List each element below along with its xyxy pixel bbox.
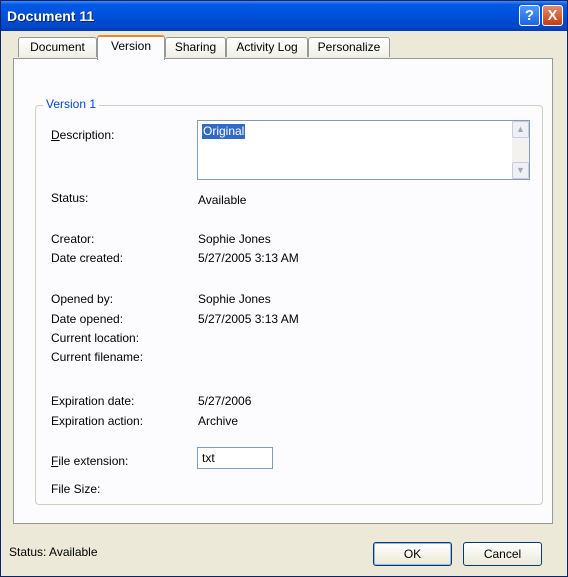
current-filename-label: Current filename: <box>51 350 144 364</box>
file-size-label: File Size: <box>51 482 101 496</box>
scroll-up-icon[interactable]: ▲ <box>512 121 529 138</box>
expiration-date-value: 5/27/2006 <box>198 394 252 408</box>
creator-value: Sophie Jones <box>198 232 271 246</box>
opened-by-label: Opened by: <box>51 292 114 306</box>
file-extension-input[interactable]: txt <box>197 447 273 469</box>
tab-version[interactable]: Version <box>97 35 165 60</box>
description-label: Description: <box>51 128 115 142</box>
description-value: Original <box>202 124 246 139</box>
file-extension-label: File extension: <box>51 454 129 468</box>
opened-by-value: Sophie Jones <box>198 292 271 306</box>
ok-button[interactable]: OK <box>373 542 452 566</box>
date-opened-label: Date opened: <box>51 312 124 326</box>
creator-label: Creator: <box>51 232 95 246</box>
tab-personalize[interactable]: Personalize <box>308 37 390 57</box>
status-bar-text: Status: Available <box>9 545 98 559</box>
cancel-button[interactable]: Cancel <box>463 542 542 566</box>
tab-activity-log[interactable]: Activity Log <box>226 37 308 57</box>
description-scrollbar[interactable]: ▲ ▼ <box>512 121 529 179</box>
dialog-window: Document 11 ? X Document Version Sharing… <box>0 0 568 577</box>
version-group-legend: Version 1 <box>43 97 100 111</box>
tab-sharing[interactable]: Sharing <box>165 37 226 57</box>
date-created-label: Date created: <box>51 251 124 265</box>
help-icon[interactable]: ? <box>519 5 540 26</box>
expiration-action-label: Expiration action: <box>51 414 144 428</box>
date-created-value: 5/27/2005 3:13 AM <box>198 251 299 265</box>
current-location-label: Current location: <box>51 331 140 345</box>
close-icon[interactable]: X <box>542 5 563 26</box>
status-value: Available <box>198 193 247 207</box>
status-label: Status: <box>51 191 89 205</box>
expiration-date-label: Expiration date: <box>51 394 135 408</box>
expiration-action-value: Archive <box>198 414 239 428</box>
date-opened-value: 5/27/2005 3:13 AM <box>198 312 299 326</box>
description-field[interactable]: Original ▲ ▼ <box>197 120 530 180</box>
tab-document[interactable]: Document <box>18 37 97 57</box>
window-title: Document 11 <box>7 8 95 24</box>
scroll-down-icon[interactable]: ▼ <box>512 162 529 179</box>
title-bar[interactable]: Document 11 ? X <box>1 1 567 31</box>
